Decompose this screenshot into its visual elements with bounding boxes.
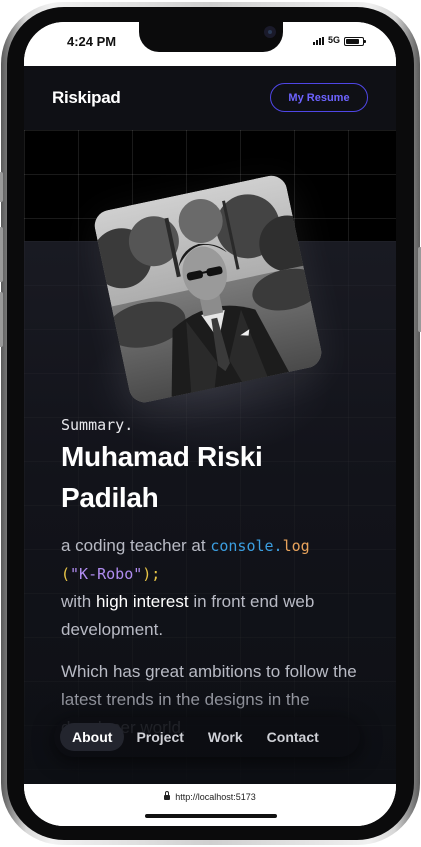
volume-down-button — [0, 292, 3, 347]
nav-about[interactable]: About — [60, 723, 125, 751]
code-paren-close: ); — [142, 565, 161, 583]
home-indicator[interactable] — [145, 814, 277, 818]
code-paren-open: ( — [61, 565, 71, 583]
status-time: 4:24 PM — [67, 34, 117, 49]
intro-text: a coding teacher at console.log ("K-Robo"… — [61, 532, 361, 644]
dynamic-island — [139, 22, 283, 52]
nav-contact[interactable]: Contact — [255, 723, 331, 751]
volume-up-button — [0, 227, 3, 282]
profile-summary: Summary. Muhamad Riski Padilah a coding … — [61, 416, 361, 742]
nav-work[interactable]: Work — [196, 723, 255, 751]
signal-icon — [313, 37, 324, 45]
intro-highlight: high interest — [95, 592, 189, 611]
profile-photo — [91, 172, 325, 406]
code-string: "K-Robo" — [70, 565, 143, 583]
name-line-1: Muhamad Riski — [61, 441, 263, 472]
portfolio-app: Riskipad My Resume Summary. Muhamad Risk… — [24, 66, 396, 784]
bottom-nav: About Project Work Contact — [54, 717, 360, 757]
name-line-2: Padilah — [61, 482, 159, 513]
intro-with: with — [61, 592, 92, 611]
lock-icon — [164, 791, 171, 800]
network-type: 5G — [328, 35, 341, 45]
url-display[interactable]: http://localhost:5173 — [24, 791, 396, 802]
url-text: http://localhost:5173 — [175, 792, 256, 802]
site-header: Riskipad My Resume — [24, 66, 396, 130]
brand-logo[interactable]: Riskipad — [52, 88, 121, 108]
status-bar: 4:24 PM 5G — [24, 22, 396, 66]
profile-name: Muhamad Riski Padilah — [61, 436, 361, 518]
battery-icon — [344, 37, 366, 46]
profile-photo-image — [91, 172, 325, 406]
device-screen: 4:24 PM 5G Riskipad My Resume Summary. M… — [24, 22, 396, 826]
mute-switch — [0, 172, 3, 202]
camera-icon — [264, 26, 276, 38]
summary-label: Summary. — [61, 416, 134, 434]
nav-project[interactable]: Project — [124, 723, 195, 751]
browser-url-bar[interactable]: http://localhost:5173 — [24, 784, 396, 826]
code-object: console. — [210, 537, 283, 555]
code-method: log — [282, 537, 310, 555]
resume-button[interactable]: My Resume — [270, 83, 368, 112]
intro-prefix: a coding teacher at — [61, 536, 206, 555]
